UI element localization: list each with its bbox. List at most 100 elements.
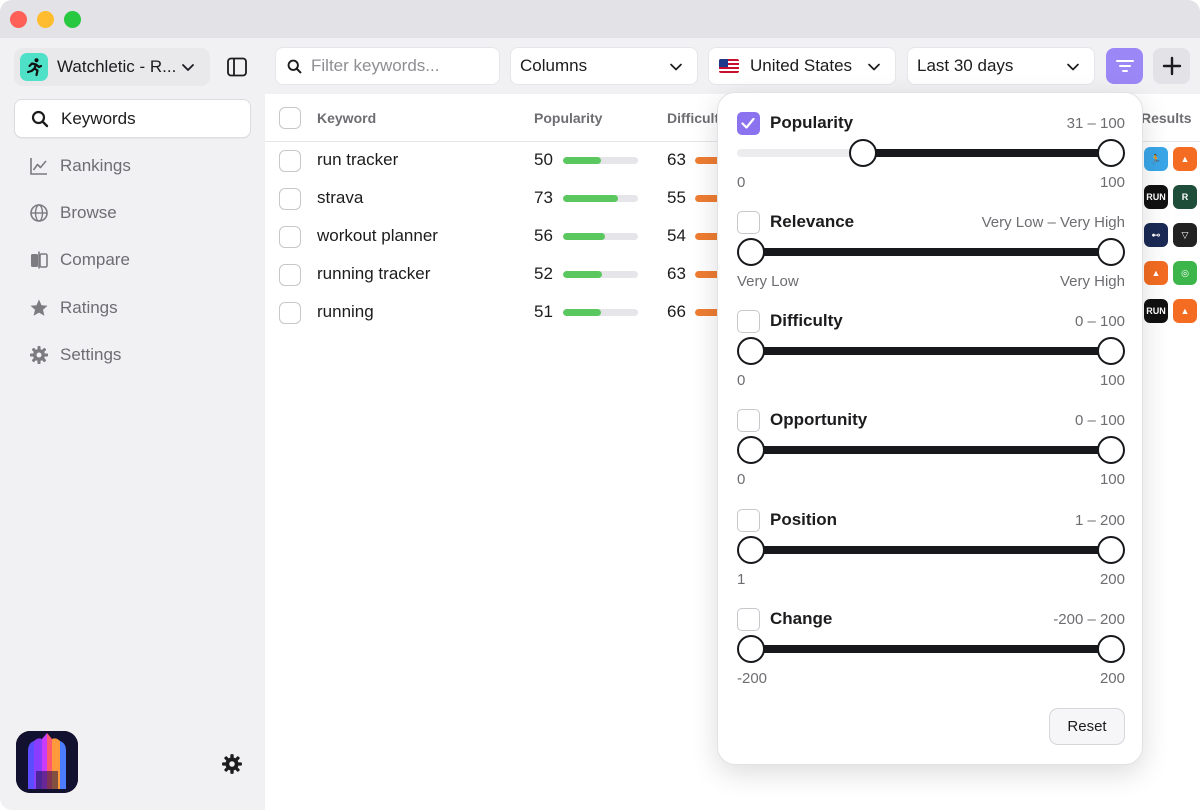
toolbar: Filter keywords... Columns United States… [265,38,1200,94]
minimize-window-button[interactable] [37,11,54,28]
change-slider[interactable] [737,634,1125,664]
filter-relevance: Relevance Very Low – Very High Very Low … [737,211,1125,303]
filter-keywords-input[interactable]: Filter keywords... [275,47,500,85]
opportunity-checkbox[interactable] [737,409,760,432]
slider-max-handle[interactable] [1097,337,1125,365]
results-icons: ⊷ ▽ [1144,223,1197,247]
filter-range-text: 0 – 100 [1074,313,1125,330]
reset-button[interactable]: Reset [1049,708,1125,745]
header-popularity[interactable]: Popularity [534,110,602,126]
difficulty-checkbox[interactable] [737,310,760,333]
sidebar-item-compare[interactable]: Compare [14,241,251,280]
slider-min-label: 0 [737,372,746,389]
plus-icon [1162,56,1181,76]
fitness-app-icon[interactable]: ◎ [1173,261,1197,285]
row-checkbox[interactable] [279,226,301,248]
slider-min-handle[interactable] [737,536,765,564]
difficulty-value: 54 [667,226,686,245]
country-label: United States [750,56,853,75]
relevance-checkbox[interactable] [737,211,760,234]
filter-label: Position [770,510,838,529]
popularity-bar-fill [563,233,605,240]
keyword-cell: running tracker [317,264,431,283]
header-keyword[interactable]: Keyword [317,110,376,126]
header-difficulty[interactable]: Difficult [667,110,719,126]
row-checkbox[interactable] [279,264,301,286]
opportunity-slider[interactable] [737,435,1125,465]
slider-max-label: 100 [1099,471,1125,488]
slider-min-handle[interactable] [737,635,765,663]
sidebar-item-settings[interactable]: Settings [14,335,251,374]
sidebar-item-label: Rankings [60,155,131,175]
change-checkbox[interactable] [737,608,760,631]
slider-min-label: 1 [737,571,746,588]
difficulty-value: 55 [667,188,686,207]
runna-app-icon[interactable]: R [1173,185,1197,209]
columns-select[interactable]: Columns [510,47,698,85]
sidebar-item-keywords[interactable]: Keywords [14,99,251,138]
sidebar-item-label: Browse [60,203,117,223]
select-all-checkbox[interactable] [279,107,301,129]
country-select[interactable]: United States [708,47,896,85]
difficulty-slider[interactable] [737,336,1125,366]
keyword-cell: workout planner [317,226,438,245]
nike-run-app-icon[interactable]: RUN [1144,185,1168,209]
nike-run-app-icon[interactable]: RUN [1144,299,1168,323]
slider-min-handle[interactable] [737,337,765,365]
row-checkbox[interactable] [279,150,301,172]
sidebar-item-ratings[interactable]: Ratings [14,288,251,327]
sidebar-item-label: Ratings [60,297,118,317]
zoom-window-button[interactable] [64,11,81,28]
filter-label: Popularity [770,113,854,132]
date-range-select[interactable]: Last 30 days [907,47,1095,85]
position-checkbox[interactable] [737,509,760,532]
slider-max-label: 200 [1099,571,1125,588]
popularity-bar [563,309,638,316]
filter-popover: Popularity 31 – 100 0 100 Relevance Very… [717,92,1143,765]
filter-button[interactable] [1106,48,1143,84]
row-checkbox[interactable] [279,302,301,324]
filter-range-text: Very Low – Very High [981,214,1125,231]
slider-fill [862,149,1111,157]
sidebar-toggle-icon[interactable] [226,56,248,78]
title-bar [0,0,1200,38]
add-button[interactable] [1153,48,1190,84]
slider-min-handle[interactable] [737,238,765,266]
brand-logo [16,731,78,793]
slider-max-handle[interactable] [1097,436,1125,464]
slider-max-handle[interactable] [1097,139,1125,167]
columns-label: Columns [520,56,588,75]
relevance-slider[interactable] [737,237,1125,267]
sidebar-item-label: Compare [60,250,130,270]
popularity-slider[interactable] [737,138,1125,168]
strava-app-icon[interactable]: ▲ [1173,299,1197,323]
filter-placeholder: Filter keywords... [311,56,440,75]
popularity-checkbox[interactable] [737,112,760,135]
results-icons: RUN ▲ [1144,299,1197,323]
strava-app-icon[interactable]: ▲ [1144,261,1168,285]
dumbbell-app-icon[interactable]: ⊷ [1144,223,1168,247]
app-switcher[interactable]: Watchletic - R... [14,48,210,86]
slider-fill [751,446,1111,454]
slider-max-handle[interactable] [1097,536,1125,564]
slider-max-label: 200 [1099,670,1125,687]
strava-app-icon[interactable]: ▲ [1173,147,1197,171]
slider-min-label: Very Low [737,273,799,290]
shield-app-icon[interactable]: ▽ [1173,223,1197,247]
gear-icon[interactable] [221,753,243,775]
position-slider[interactable] [737,535,1125,565]
slider-min-handle[interactable] [848,139,877,167]
runner-app-icon[interactable]: 🏃 [1144,147,1168,171]
slider-max-handle[interactable] [1097,635,1125,663]
filter-label: Difficulty [770,311,843,330]
header-results[interactable]: Results [1141,110,1192,126]
popularity-value: 51 [534,302,553,321]
row-checkbox[interactable] [279,188,301,210]
popularity-bar [563,195,638,202]
sidebar-item-rankings[interactable]: Rankings [14,146,251,185]
filter-label: Opportunity [770,410,868,429]
slider-max-handle[interactable] [1097,238,1125,266]
slider-min-handle[interactable] [737,436,765,464]
sidebar-item-browse[interactable]: Browse [14,194,251,233]
close-window-button[interactable] [10,11,27,28]
